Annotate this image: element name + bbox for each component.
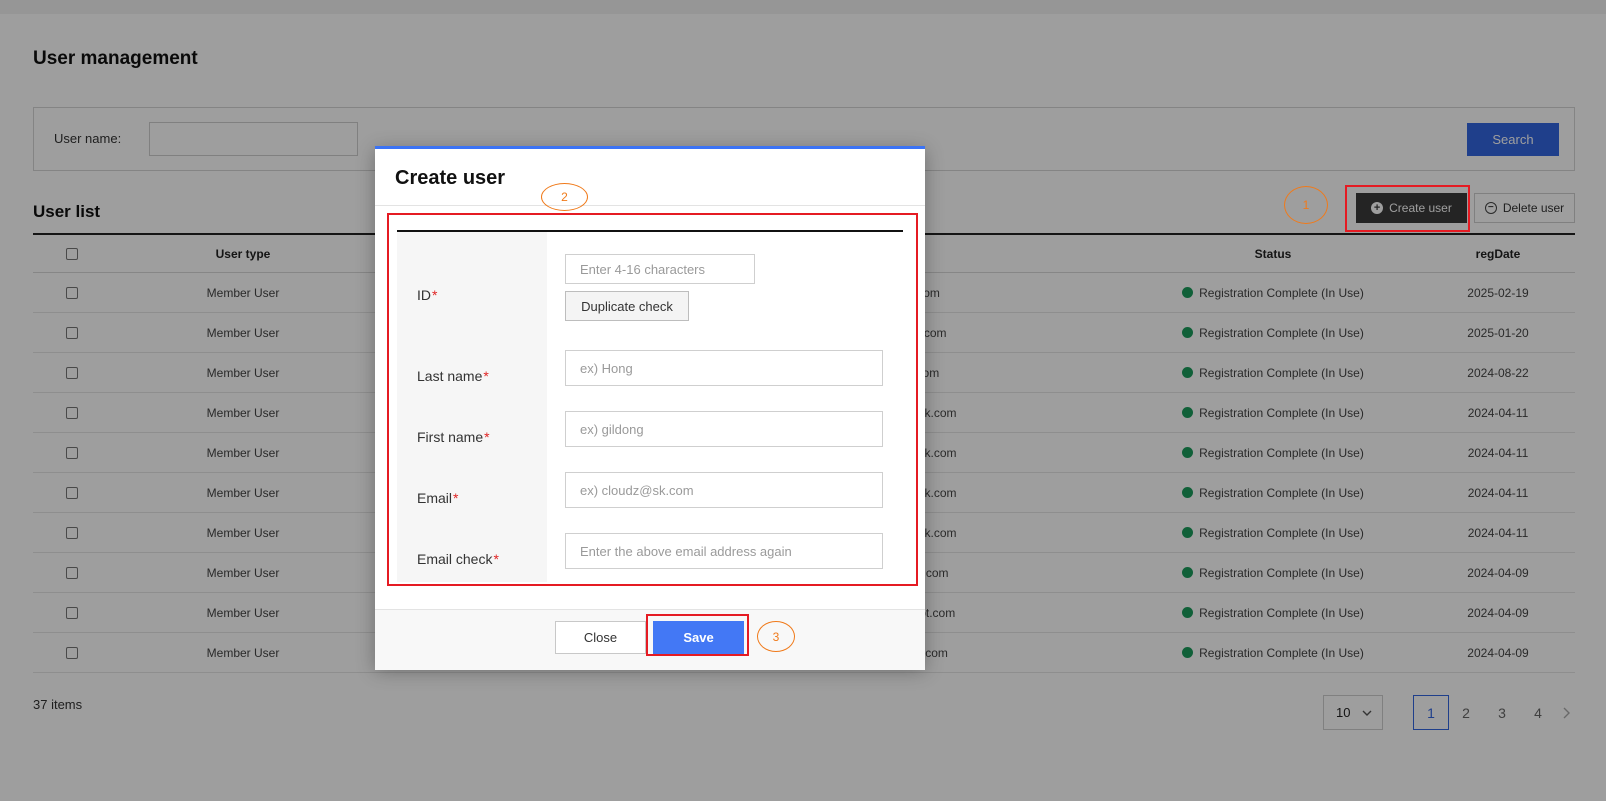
- dialog-title: Create user: [395, 167, 506, 189]
- highlight-form: [387, 213, 918, 586]
- highlight-save: [646, 614, 749, 656]
- step-marker-1: 1: [1284, 186, 1328, 224]
- step-marker-2: 2: [541, 183, 588, 211]
- highlight-create-user: [1345, 185, 1470, 232]
- close-button[interactable]: Close: [555, 621, 646, 654]
- step-marker-3: 3: [757, 621, 795, 652]
- dialog-divider: [375, 205, 925, 206]
